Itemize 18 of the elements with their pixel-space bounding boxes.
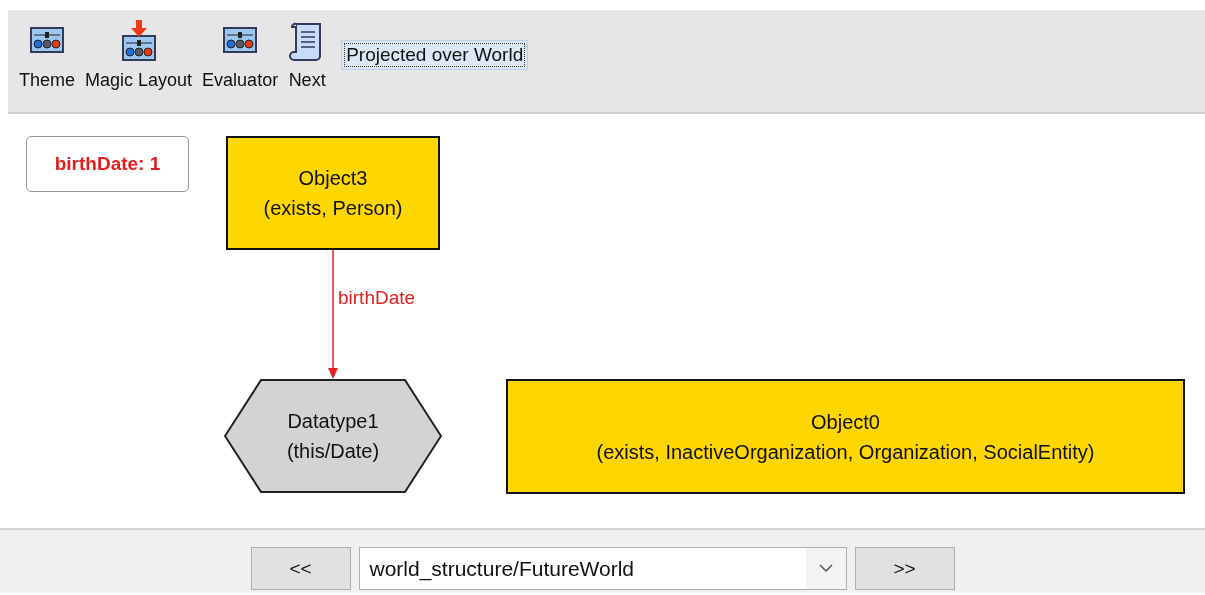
node-label: Object3 [298,166,368,191]
projection-toggle[interactable]: Projected over World [341,40,529,70]
node-label: (exists, InactiveOrganization, Organization, SocialEntity) [596,439,1095,465]
previous-button[interactable]: << [250,547,351,590]
toolbar-button[interactable]: Magic Layout [82,20,200,91]
count-label: birthDate: 1 [26,136,189,192]
toolbar-button[interactable]: Evaluator [199,20,286,91]
instance-dropdown[interactable]: world_structure/FutureWorld [358,547,847,590]
node-label: Object0 [811,409,880,435]
edge-label: birthDate [338,286,416,309]
caret-icon [818,564,833,573]
node-label: (exists, Person) [263,196,403,221]
node-label: Datatype1 [287,409,379,434]
toolbar-button[interactable]: Next [285,20,334,91]
next-button[interactable]: >> [854,547,955,590]
toolbar-button[interactable]: Theme [16,20,83,91]
slider-panel-arrow-icon [119,20,158,62]
node-label: (this/Date) [286,439,380,464]
